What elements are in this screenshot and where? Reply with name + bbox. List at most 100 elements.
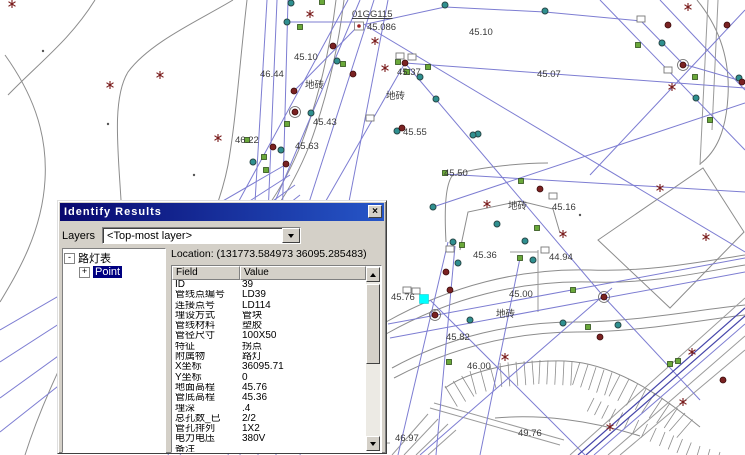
marker-survey-point-green[interactable]: [693, 75, 698, 80]
pipeline-line[interactable]: [444, 174, 745, 192]
marker-spot-elevation-star[interactable]: [215, 134, 222, 142]
marker-survey-point-green[interactable]: [298, 25, 303, 30]
marker-spot-elevation-star[interactable]: [502, 353, 509, 361]
scroll-up-button[interactable]: [366, 267, 380, 282]
pipeline-line[interactable]: [590, 10, 745, 175]
tree-item-point[interactable]: + Point: [79, 265, 164, 279]
marker-survey-point-green[interactable]: [676, 359, 681, 364]
marker-spot-elevation-star[interactable]: [685, 3, 692, 11]
pipeline-line[interactable]: [436, 246, 455, 455]
marker-spot-elevation-star[interactable]: [680, 398, 687, 406]
marker-survey-point-green[interactable]: [320, 0, 325, 5]
marker-survey-point-red[interactable]: [283, 161, 289, 167]
marker-survey-point-teal[interactable]: [442, 2, 448, 8]
marker-survey-point-red[interactable]: [291, 88, 297, 94]
marker-spot-elevation-star[interactable]: [372, 37, 379, 45]
marker-survey-point-red[interactable]: [330, 43, 336, 49]
marker-survey-point-green[interactable]: [447, 360, 452, 365]
close-button[interactable]: ×: [368, 205, 382, 218]
marker-survey-point-green[interactable]: [586, 325, 591, 330]
marker-point-dot[interactable]: [193, 174, 195, 176]
field-column-header[interactable]: Field: [172, 266, 240, 280]
marker-spot-elevation-star[interactable]: [484, 200, 491, 208]
marker-survey-point-red[interactable]: [720, 377, 726, 383]
marker-spot-elevation-star[interactable]: [382, 64, 389, 72]
marker-survey-point-green[interactable]: [636, 43, 641, 48]
marker-utility-box-symbol[interactable]: [396, 53, 404, 59]
marker-survey-point-ringed[interactable]: [290, 107, 301, 118]
pipeline-line-dark[interactable]: [586, 316, 745, 455]
marker-utility-box-symbol[interactable]: [446, 246, 454, 252]
marker-point-dot[interactable]: [42, 50, 44, 52]
marker-survey-point-red[interactable]: [724, 22, 730, 28]
marker-survey-point-red[interactable]: [447, 287, 453, 293]
scroll-down-button[interactable]: [366, 436, 380, 451]
marker-survey-point-red[interactable]: [270, 144, 276, 150]
marker-survey-point-teal[interactable]: [308, 110, 314, 116]
marker-survey-point-red[interactable]: [739, 79, 745, 85]
marker-spot-elevation-star[interactable]: [157, 71, 164, 79]
marker-survey-point-green[interactable]: [460, 243, 465, 248]
pipeline-line[interactable]: [365, 25, 745, 252]
marker-survey-point-teal[interactable]: [250, 159, 256, 165]
marker-survey-point-red[interactable]: [537, 186, 543, 192]
marker-survey-point-teal[interactable]: [278, 147, 284, 153]
marker-survey-point-teal[interactable]: [433, 96, 439, 102]
marker-survey-point-teal[interactable]: [530, 257, 536, 263]
marker-survey-point-teal[interactable]: [334, 58, 340, 64]
marker-survey-point-green[interactable]: [285, 122, 290, 127]
marker-survey-point-teal[interactable]: [467, 317, 473, 323]
marker-survey-point-teal[interactable]: [450, 239, 456, 245]
marker-survey-point-teal[interactable]: [560, 320, 566, 326]
marker-spot-elevation-star[interactable]: [107, 81, 114, 89]
marker-survey-point-green[interactable]: [264, 168, 269, 173]
marker-labeled-point-symbol[interactable]: [355, 22, 364, 30]
marker-survey-point-green[interactable]: [571, 288, 576, 293]
marker-survey-point-red[interactable]: [665, 22, 671, 28]
marker-survey-point-teal[interactable]: [522, 238, 528, 244]
marker-survey-point-teal[interactable]: [542, 8, 548, 14]
marker-survey-point-green[interactable]: [535, 226, 540, 231]
marker-spot-elevation-star[interactable]: [307, 10, 314, 18]
pipeline-line[interactable]: [445, 7, 545, 12]
pipeline-line[interactable]: [545, 12, 641, 21]
combo-dropdown-button[interactable]: [282, 228, 300, 243]
marker-survey-point-green[interactable]: [341, 62, 346, 67]
pipeline-line[interactable]: [433, 103, 745, 207]
pipeline-line[interactable]: [660, 0, 745, 90]
marker-utility-box-symbol[interactable]: [541, 247, 549, 253]
marker-survey-point-teal[interactable]: [693, 95, 699, 101]
tree-collapse-icon[interactable]: -: [64, 253, 75, 264]
pipeline-line[interactable]: [594, 324, 745, 455]
marker-survey-point-green[interactable]: [262, 155, 267, 160]
marker-point-dot[interactable]: [579, 214, 581, 216]
marker-survey-point-red[interactable]: [597, 334, 603, 340]
vertical-scrollbar[interactable]: [366, 267, 380, 451]
marker-utility-box-symbol[interactable]: [408, 54, 416, 60]
marker-utility-box-symbol[interactable]: [366, 115, 374, 121]
marker-survey-point-green[interactable]: [519, 179, 524, 184]
marker-survey-point-red[interactable]: [402, 60, 408, 66]
marker-survey-point-teal[interactable]: [430, 204, 436, 210]
marker-survey-point-teal[interactable]: [288, 0, 294, 6]
marker-survey-point-teal[interactable]: [659, 40, 665, 46]
marker-utility-box-symbol[interactable]: [549, 193, 557, 199]
tree-expand-icon[interactable]: +: [79, 267, 90, 278]
marker-survey-point-green[interactable]: [668, 362, 673, 367]
marker-utility-box-symbol[interactable]: [664, 67, 672, 73]
scrollbar-thumb[interactable]: [366, 284, 380, 364]
marker-spot-elevation-star[interactable]: [9, 0, 16, 8]
marker-survey-point-red[interactable]: [350, 71, 356, 77]
value-column-header[interactable]: Value: [240, 266, 366, 280]
marker-spot-elevation-star[interactable]: [560, 230, 567, 238]
marker-survey-point-teal[interactable]: [470, 132, 476, 138]
marker-survey-point-green[interactable]: [518, 256, 523, 261]
marker-survey-point-teal[interactable]: [455, 260, 461, 266]
scrollbar-track[interactable]: [366, 282, 380, 436]
marker-utility-box-symbol[interactable]: [637, 16, 645, 22]
marker-survey-point-teal[interactable]: [494, 221, 500, 227]
pipeline-line[interactable]: [398, 242, 448, 455]
dialog-titlebar[interactable]: Identify Results ×: [60, 203, 384, 221]
marker-point-dot[interactable]: [107, 123, 109, 125]
marker-spot-elevation-star[interactable]: [657, 184, 664, 192]
